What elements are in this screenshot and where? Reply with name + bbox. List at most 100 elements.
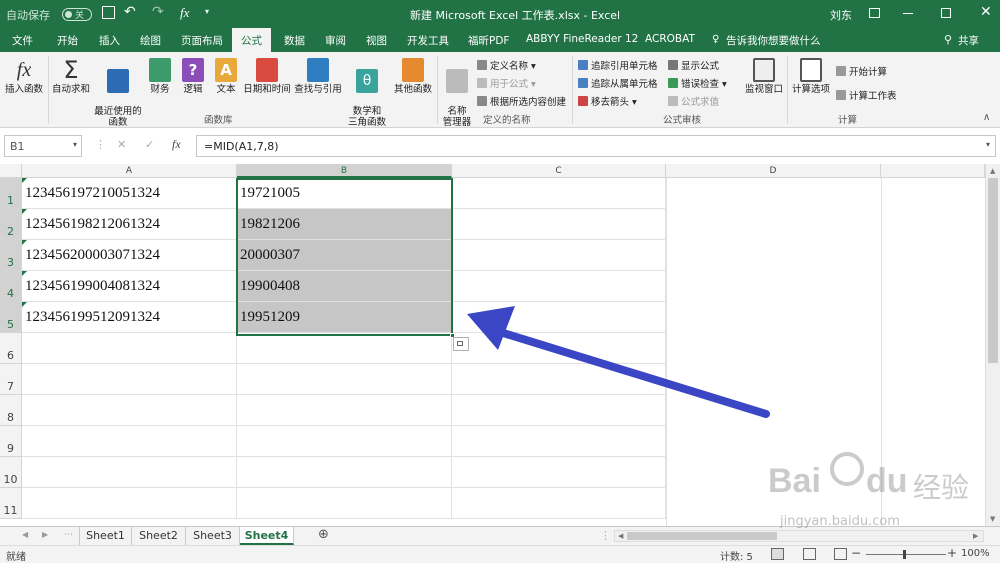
star-book-icon: [107, 69, 129, 93]
arrow-head: [467, 306, 515, 350]
calculate-sheet-button[interactable]: 计算工作表: [836, 88, 897, 102]
collapse-ribbon-icon[interactable]: ∧: [983, 112, 990, 123]
redo-icon[interactable]: ↷: [152, 4, 164, 20]
calculate-sheet-icon: [836, 90, 846, 100]
sheet-tab-bar: ◀ ▶ ⋯ Sheet1 Sheet2 Sheet3 Sheet4 ⊕ ⋮ ◀ …: [0, 526, 1000, 545]
tab-data[interactable]: 数据: [284, 33, 305, 48]
page-layout-view-icon[interactable]: [803, 548, 816, 560]
create-from-selection-button[interactable]: 根据所选内容创建: [477, 94, 566, 108]
autosave-toggle[interactable]: 关: [62, 8, 92, 21]
sheet-tab-sheet1[interactable]: Sheet1: [79, 527, 132, 545]
worksheet-grid: A B C D 1 2 3 4 5 6 7 8 9 10 11 123456197210051324…: [0, 164, 1000, 526]
trace-precedents-label: 追踪引用单元格: [591, 61, 658, 72]
new-sheet-icon[interactable]: ⊕: [318, 527, 329, 542]
logical-button[interactable]: ? 逻辑: [178, 58, 208, 95]
ribbon-display-icon[interactable]: [869, 8, 880, 18]
lookup-book-icon: [307, 58, 329, 82]
show-formulas-button[interactable]: 显示公式: [668, 58, 719, 72]
cancel-icon[interactable]: ✕: [117, 138, 126, 151]
scroll-sheets-left-icon[interactable]: ◀: [22, 530, 28, 539]
tab-page-layout[interactable]: 页面布局: [181, 33, 223, 48]
maximize-icon[interactable]: [941, 8, 951, 18]
enter-icon[interactable]: ✓: [145, 138, 154, 151]
recent-functions-button[interactable]: 最近使用的 函数: [92, 58, 144, 128]
tab-abbyy[interactable]: ABBYY FineReader 12: [526, 33, 638, 45]
tab-acrobat[interactable]: ACROBAT: [645, 33, 695, 45]
calculate-now-button[interactable]: 开始计算: [836, 64, 887, 78]
horizontal-scrollbar[interactable]: ◀ ▶: [614, 530, 984, 542]
zoom-slider[interactable]: [866, 554, 946, 555]
tell-me-box[interactable]: 告诉我你想要做什么: [726, 33, 821, 48]
error-checking-button[interactable]: 错误检查 ▾: [668, 76, 727, 90]
lightbulb-icon: ♀: [712, 34, 720, 45]
divider: [437, 56, 438, 124]
zoom-in-icon[interactable]: +: [947, 546, 957, 560]
insert-function-button[interactable]: fx 插入函数: [4, 58, 44, 95]
sheet-tab-sheet3[interactable]: Sheet3: [186, 527, 240, 545]
close-icon[interactable]: ✕: [980, 4, 992, 20]
tab-splitter-icon[interactable]: ⋮: [600, 529, 611, 542]
share-icon[interactable]: ⚲: [944, 33, 952, 46]
math-trig-button[interactable]: θ 数学和 三角函数: [345, 58, 389, 128]
datetime-button[interactable]: 日期和时间: [242, 58, 292, 95]
name-manager-button[interactable]: 名称 管理器: [440, 58, 474, 128]
more-functions-button[interactable]: 其他函数: [391, 58, 435, 95]
scroll-up-icon[interactable]: ▲: [990, 167, 995, 175]
save-icon[interactable]: [102, 6, 115, 19]
remove-arrows-icon: [578, 96, 588, 106]
count-status: 计数: 5: [720, 552, 753, 563]
calculation-options-button[interactable]: 计算选项: [791, 58, 831, 95]
scroll-thumb[interactable]: [988, 178, 998, 363]
tab-developer[interactable]: 开发工具: [407, 33, 449, 48]
insert-function-icon[interactable]: fx: [172, 137, 181, 152]
normal-view-icon[interactable]: [771, 548, 784, 560]
scroll-left-icon[interactable]: ◀: [618, 532, 623, 540]
vertical-scrollbar[interactable]: ▲ ▼: [985, 164, 1000, 526]
expand-formula-icon[interactable]: ▾: [986, 140, 990, 149]
tab-home[interactable]: 开始: [57, 33, 78, 48]
user-name[interactable]: 刘东: [830, 7, 852, 23]
scroll-down-icon[interactable]: ▼: [990, 515, 995, 523]
more-sheets-icon[interactable]: ⋯: [64, 530, 73, 540]
tab-insert[interactable]: 插入: [99, 33, 120, 48]
horizontal-scroll-thumb[interactable]: [627, 532, 777, 540]
zoom-slider-thumb[interactable]: [903, 550, 906, 559]
sheet-tab-sheet4-active[interactable]: Sheet4: [240, 527, 294, 545]
trace-precedents-button[interactable]: 追踪引用单元格: [578, 58, 658, 72]
sheet-tab-sheet2[interactable]: Sheet2: [132, 527, 186, 545]
page-break-view-icon[interactable]: [834, 548, 847, 560]
formula-input[interactable]: =MID(A1,7,8) ▾: [196, 135, 996, 157]
calculate-now-label: 开始计算: [849, 67, 888, 78]
formula-bar-splitter-icon[interactable]: ⋮: [95, 138, 106, 151]
qa-customize-icon[interactable]: ▾: [205, 7, 209, 16]
tab-view[interactable]: 视图: [366, 33, 387, 48]
financial-button[interactable]: 财务: [145, 58, 175, 95]
evaluate-formula-button[interactable]: 公式求值: [668, 94, 719, 108]
watch-window-label: 监视窗口: [744, 84, 783, 95]
financial-book-icon: [149, 58, 171, 82]
zoom-out-icon[interactable]: −: [851, 546, 861, 560]
define-name-button[interactable]: 定义名称 ▾: [477, 58, 536, 72]
insert-function-qa-icon[interactable]: fx: [180, 5, 189, 21]
tab-draw[interactable]: 绘图: [140, 33, 161, 48]
tab-review[interactable]: 审阅: [325, 33, 346, 48]
scroll-right-icon[interactable]: ▶: [973, 532, 978, 540]
autosum-button[interactable]: Σ 自动求和: [51, 58, 91, 95]
zoom-level[interactable]: 100%: [961, 548, 990, 559]
undo-icon[interactable]: ↶: [124, 4, 136, 20]
lookup-button[interactable]: 查找与引用: [294, 58, 342, 95]
trace-dependents-button[interactable]: 追踪从属单元格: [578, 76, 658, 90]
chevron-down-icon[interactable]: ▾: [73, 140, 77, 149]
share-button[interactable]: 共享: [958, 33, 979, 48]
tab-foxit-pdf[interactable]: 福昕PDF: [468, 33, 509, 48]
define-name-label: 定义名称: [490, 61, 529, 72]
minimize-icon[interactable]: [903, 13, 913, 14]
watch-window-button[interactable]: 监视窗口: [744, 58, 784, 95]
tab-formulas[interactable]: 公式: [232, 28, 271, 52]
text-button[interactable]: A 文本: [211, 58, 241, 95]
remove-arrows-button[interactable]: 移去箭头 ▾: [578, 94, 637, 108]
tab-file[interactable]: 文件: [12, 33, 33, 48]
name-box[interactable]: B1 ▾: [4, 135, 82, 157]
scroll-sheets-right-icon[interactable]: ▶: [42, 530, 48, 539]
use-in-formula-button[interactable]: 用于公式 ▾: [477, 76, 536, 90]
